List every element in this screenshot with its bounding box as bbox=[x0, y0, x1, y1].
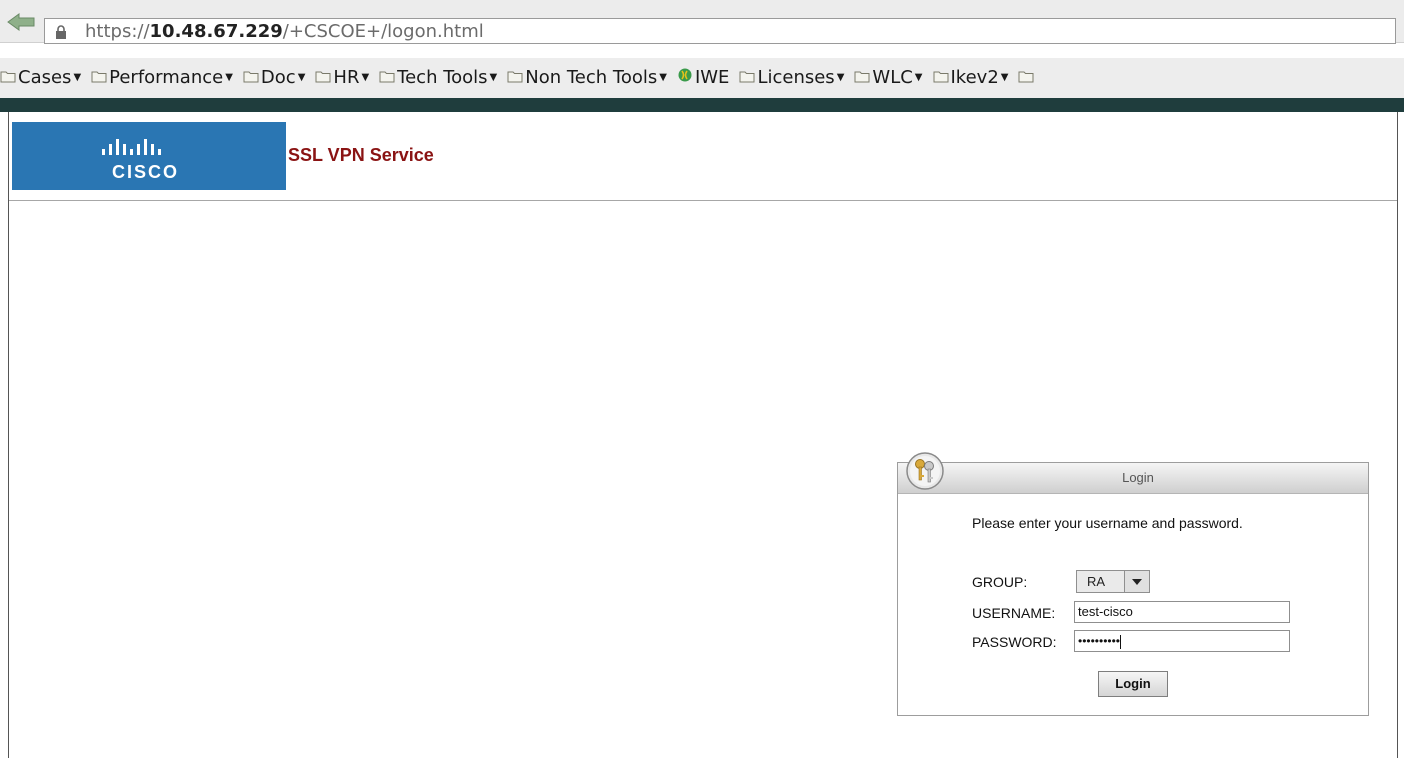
keys-icon bbox=[905, 451, 945, 491]
bookmark-licenses[interactable]: Licenses ▼ bbox=[739, 58, 854, 98]
bookmark-hr[interactable]: HR ▼ bbox=[315, 58, 379, 98]
caret-down-icon: ▼ bbox=[1000, 72, 1009, 83]
caret-down-icon: ▼ bbox=[361, 72, 370, 83]
bookmark-doc[interactable]: Doc ▼ bbox=[243, 58, 315, 98]
folder-icon bbox=[1018, 58, 1034, 98]
username-field[interactable]: test-cisco bbox=[1074, 601, 1290, 623]
cisco-wordmark: CISCO bbox=[112, 162, 180, 182]
login-panel-header: Login bbox=[898, 463, 1368, 494]
address-bar[interactable]: https://10.48.67.229/+CSCOE+/logon.html bbox=[44, 18, 1396, 44]
bookmark-cases[interactable]: Cases ▼ bbox=[0, 58, 91, 98]
toolbar-divider bbox=[0, 98, 1404, 112]
bookmark-iwe[interactable]: IWE bbox=[677, 58, 739, 98]
folder-icon bbox=[739, 58, 755, 98]
caret-down-icon: ▼ bbox=[297, 72, 306, 83]
bookmark-label: Licenses bbox=[757, 67, 835, 88]
caret-down-icon: ▼ bbox=[73, 72, 82, 83]
login-instructions: Please enter your username and password. bbox=[972, 515, 1243, 531]
url-text: https://10.48.67.229/+CSCOE+/logon.html bbox=[85, 21, 484, 42]
caret-down-icon: ▼ bbox=[914, 72, 923, 83]
back-arrow-icon[interactable] bbox=[6, 12, 36, 32]
vpn-portal-page: CISCO SSL VPN Service Login Please enter… bbox=[8, 112, 1398, 758]
bookmark-label: Doc bbox=[260, 67, 296, 88]
group-dropdown[interactable]: RA bbox=[1076, 570, 1150, 593]
folder-icon bbox=[507, 58, 523, 98]
caret-down-icon: ▼ bbox=[836, 72, 845, 83]
page-title: SSL VPN Service bbox=[288, 145, 434, 165]
caret-down-icon: ▼ bbox=[225, 72, 233, 83]
folder-icon bbox=[933, 58, 949, 98]
bookmark-performance[interactable]: Performance ▼ bbox=[91, 58, 243, 98]
folder-icon bbox=[91, 58, 107, 98]
caret-down-icon: ▼ bbox=[489, 72, 498, 83]
folder-icon bbox=[0, 58, 16, 98]
bookmark-wlc[interactable]: WLC ▼ bbox=[854, 58, 932, 98]
group-selected-value: RA bbox=[1087, 574, 1106, 589]
login-panel: Login Please enter your username and pas… bbox=[897, 452, 1369, 716]
folder-icon bbox=[315, 58, 331, 98]
password-field[interactable]: •••••••••• bbox=[1074, 630, 1290, 652]
password-mask: •••••••••• bbox=[1078, 634, 1121, 648]
password-label: PASSWORD: bbox=[972, 634, 1057, 650]
bookmark-label: HR bbox=[333, 67, 360, 88]
login-button[interactable]: Login bbox=[1098, 671, 1168, 697]
folder-icon bbox=[243, 58, 259, 98]
bookmark-ikev2[interactable]: Ikev2 ▼ bbox=[933, 58, 1019, 98]
bookmark-tech-tools[interactable]: Tech Tools ▼ bbox=[379, 58, 507, 98]
bookmark-non-tech-tools[interactable]: Non Tech Tools ▼ bbox=[507, 58, 677, 98]
username-label: USERNAME: bbox=[972, 605, 1056, 621]
caret-down-icon: ▼ bbox=[659, 72, 667, 83]
lock-icon bbox=[55, 24, 67, 43]
group-label: GROUP: bbox=[972, 574, 1028, 590]
page-header: CISCO SSL VPN Service bbox=[9, 112, 1397, 201]
bookmark-label: Non Tech Tools bbox=[525, 67, 658, 88]
bookmark-label: IWE bbox=[694, 67, 730, 88]
bookmark-label: Cases bbox=[18, 67, 72, 88]
bookmark-overflow[interactable] bbox=[1018, 58, 1046, 98]
folder-icon bbox=[854, 58, 870, 98]
chevron-down-icon[interactable] bbox=[1124, 571, 1149, 592]
login-panel-title: Login bbox=[1122, 470, 1154, 485]
cisco-logo: CISCO bbox=[12, 122, 286, 190]
bookmark-label: WLC bbox=[872, 67, 913, 88]
bookmark-label: Performance bbox=[109, 67, 224, 88]
bookmark-label: Tech Tools bbox=[397, 67, 488, 88]
browser-navigation-bar: https://10.48.67.229/+CSCOE+/logon.html bbox=[0, 0, 1404, 44]
bookmark-label: Ikev2 bbox=[950, 67, 999, 88]
iwe-icon bbox=[677, 58, 693, 98]
folder-icon bbox=[379, 58, 395, 98]
bookmarks-toolbar: Cases ▼ Performance ▼ Doc ▼ HR ▼ Tech Tools ▼ Non … bbox=[0, 58, 1404, 98]
url-scheme: https:// bbox=[85, 21, 150, 42]
url-path: /+CSCOE+/logon.html bbox=[282, 21, 484, 42]
text-cursor bbox=[1120, 634, 1122, 649]
url-host: 10.48.67.229 bbox=[149, 21, 283, 42]
